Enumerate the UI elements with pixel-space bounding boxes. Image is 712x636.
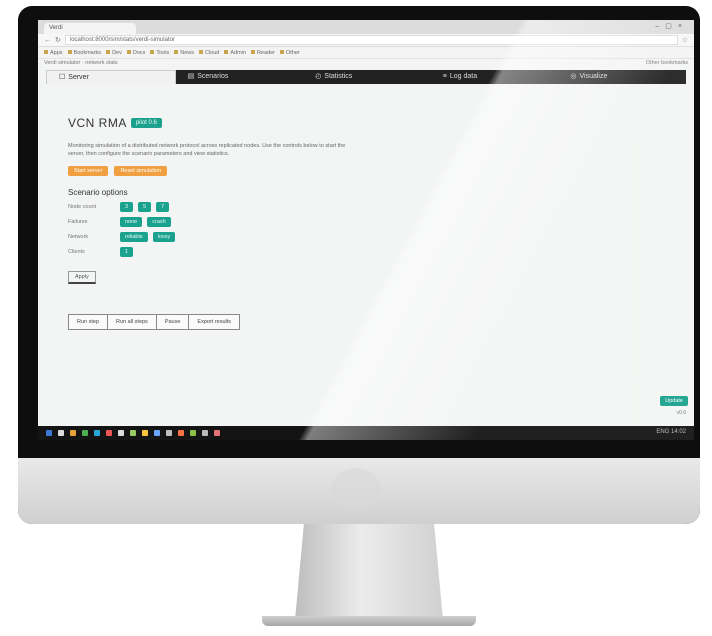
taskbar-app-icon[interactable]	[58, 430, 64, 436]
taskbar-app-icon[interactable]	[178, 430, 184, 436]
option-chip[interactable]: 1	[120, 247, 134, 257]
apply-button[interactable]: Apply	[68, 271, 96, 284]
bookmark-item[interactable]: Bookmarks	[68, 50, 102, 56]
tab-statistics[interactable]: ◴ Statistics	[303, 70, 431, 84]
export-button[interactable]: Export results	[188, 314, 241, 330]
option-chip[interactable]: 3	[120, 202, 134, 212]
option-label: Failures	[68, 219, 88, 225]
monitor-logo	[331, 468, 381, 512]
main-content: VCN RMA pilot 0.6 Monitoring simulation …	[68, 116, 448, 330]
option-chip[interactable]: none	[120, 217, 143, 227]
monitor-foot	[262, 616, 476, 626]
taskbar-app-icon[interactable]	[190, 430, 196, 436]
version-badge: pilot 0.6	[130, 118, 162, 128]
url-field[interactable]: localhost:8000/sim/stats/verdi-simulator	[64, 35, 678, 45]
reload-icon[interactable]: ↻	[55, 36, 61, 44]
pause-button[interactable]: Pause	[155, 314, 190, 330]
bookmark-item[interactable]: Cloud	[199, 50, 219, 56]
tab-label: Log data	[449, 73, 478, 80]
tab-server[interactable]: ☐ Server	[46, 70, 176, 84]
run-step-button[interactable]: Run step	[68, 314, 109, 330]
option-row: Clients 1	[68, 247, 448, 257]
browser-tabstrip: Verdi –▢×	[38, 20, 694, 34]
option-chip[interactable]: crash	[147, 217, 171, 227]
app-navbar: ☐ Server ▤ Scenarios ◴ Statistics ≡ Log data ◎ Vi…	[46, 70, 686, 84]
reset-simulation-button[interactable]: Reset simulation	[114, 166, 168, 176]
option-rows: Node count 3 5 7 Failures none crash Network rel…	[68, 202, 448, 257]
bookmark-item[interactable]: Apps	[44, 50, 63, 56]
bookmark-item[interactable]: Admin	[224, 50, 246, 56]
tab-scenarios[interactable]: ▤ Scenarios	[176, 70, 304, 84]
section-title: Scenario options	[68, 188, 128, 197]
tab-icon: ◴	[315, 73, 322, 80]
tab-log-data[interactable]: ≡ Log data	[431, 70, 559, 84]
taskbar-app-icon[interactable]	[82, 430, 88, 436]
start-server-button[interactable]: Start server	[68, 166, 109, 176]
option-label: Node count	[68, 204, 97, 210]
version-meta: v0.6	[676, 410, 686, 416]
taskbar-app-icon[interactable]	[70, 430, 76, 436]
taskbar-app-icon[interactable]	[214, 430, 220, 436]
taskbar-app-icon[interactable]	[118, 430, 124, 436]
page-title: VCN RMA	[68, 116, 127, 130]
taskbar-app-icon[interactable]	[154, 430, 160, 436]
taskbar: ENG 14:02	[38, 426, 694, 440]
taskbar-app-icon[interactable]	[130, 430, 136, 436]
bottom-button-group: Run step Run all steps Pause Export resu…	[68, 314, 448, 330]
taskbar-app-icon[interactable]	[106, 430, 112, 436]
bookmark-item[interactable]: Docs	[127, 50, 146, 56]
option-row: Network reliable lossy	[68, 232, 448, 242]
option-row: Node count 3 5 7	[68, 202, 448, 212]
tab-icon: ▤	[187, 73, 195, 80]
update-button[interactable]: Update	[660, 396, 688, 406]
star-icon[interactable]: ☆	[682, 36, 688, 44]
browser-tab[interactable]: Verdi	[44, 23, 136, 34]
subbar-right[interactable]: Other bookmarks	[646, 59, 688, 68]
bookmark-item[interactable]: Reader	[251, 50, 275, 56]
tab-label: Scenarios	[197, 73, 229, 80]
option-chip[interactable]: 5	[138, 202, 152, 212]
back-icon[interactable]: ←	[44, 37, 51, 44]
run-all-button[interactable]: Run all steps	[107, 314, 157, 330]
sub-bar: Verdi simulator · network stats Other bo…	[38, 59, 694, 68]
taskbar-app-icon[interactable]	[94, 430, 100, 436]
description: Monitoring simulation of a distributed n…	[68, 143, 346, 157]
option-label: Network	[68, 234, 89, 240]
taskbar-app-icon[interactable]	[46, 430, 52, 436]
option-chip[interactable]: reliable	[120, 232, 148, 242]
option-chip[interactable]: 7	[156, 202, 170, 212]
taskbar-app-icon[interactable]	[142, 430, 148, 436]
taskbar-app-icon[interactable]	[202, 430, 208, 436]
tab-icon: ☐	[59, 74, 66, 81]
system-tray-clock[interactable]: ENG 14:02	[656, 429, 686, 435]
tab-visualize[interactable]: ◎ Visualize	[558, 70, 686, 84]
tab-label: Server	[68, 74, 89, 81]
bookmark-item[interactable]: News	[174, 50, 194, 56]
tab-icon: ◎	[570, 73, 577, 80]
bookmark-item[interactable]: Dev	[106, 50, 122, 56]
option-row: Failures none crash	[68, 217, 448, 227]
option-label: Clients	[68, 249, 85, 255]
bookmarks-bar: Apps Bookmarks Dev Docs Tools News Cloud Admin R…	[38, 47, 694, 59]
window-controls[interactable]: –▢×	[655, 22, 688, 30]
bookmark-item[interactable]: Tools	[150, 50, 169, 56]
option-chip[interactable]: lossy	[152, 232, 176, 242]
address-bar: ← ↻ localhost:8000/sim/stats/verdi-simul…	[38, 34, 694, 47]
screen: Verdi –▢× ← ↻ localhost:8000/sim/stats/v…	[38, 20, 694, 440]
subbar-left: Verdi simulator · network stats	[44, 60, 118, 66]
monitor-stand	[295, 524, 443, 620]
action-buttons: Start server Reset simulation	[68, 166, 448, 176]
tab-label: Visualize	[579, 73, 608, 80]
taskbar-app-icon[interactable]	[166, 430, 172, 436]
tab-icon: ≡	[442, 73, 447, 80]
tab-label: Statistics	[324, 73, 353, 80]
bookmark-item[interactable]: Other	[280, 50, 300, 56]
